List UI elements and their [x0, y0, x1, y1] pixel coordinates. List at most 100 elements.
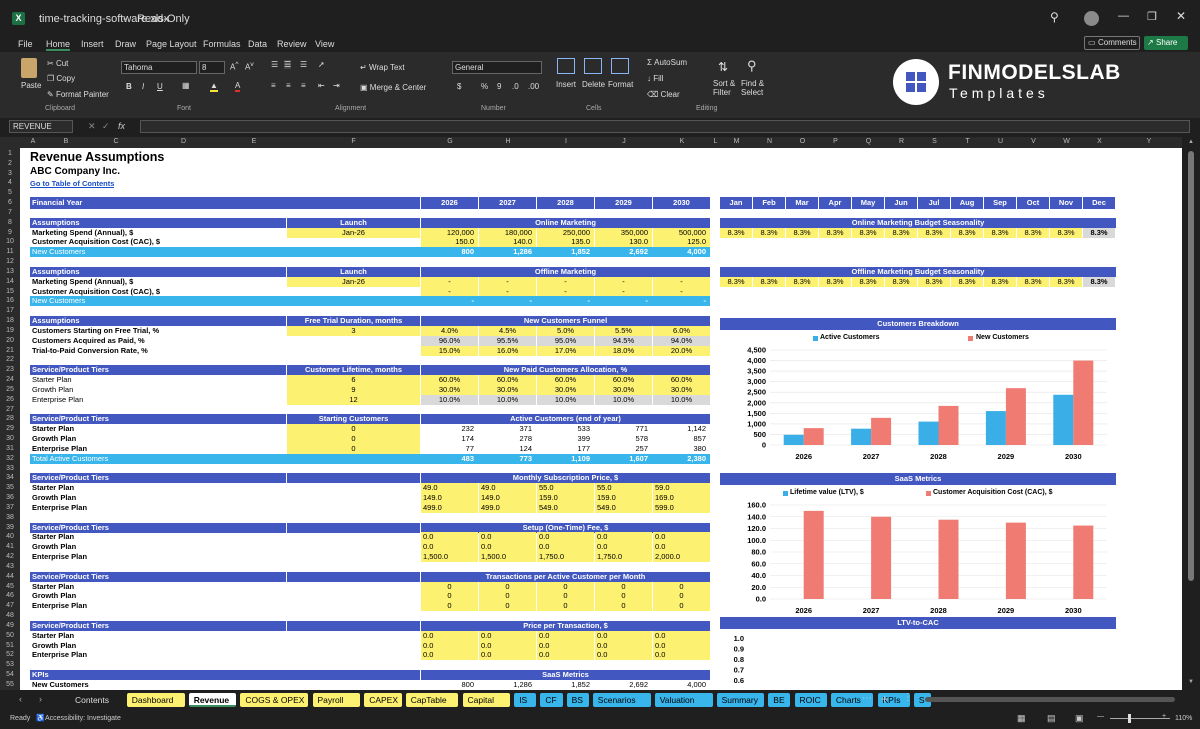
- value-cell[interactable]: 4.5%: [479, 325, 536, 336]
- zoom-out-icon[interactable]: —: [1097, 713, 1104, 720]
- value-cell[interactable]: 0.0: [479, 650, 536, 661]
- value-cell[interactable]: 0.0: [421, 630, 478, 641]
- value-cell[interactable]: 0: [595, 581, 652, 592]
- format-cells-button[interactable]: Format: [608, 80, 633, 89]
- sheet-tab-summary[interactable]: Summary: [716, 693, 765, 707]
- value-cell[interactable]: 4,000: [653, 680, 710, 690]
- value-cell[interactable]: 60.0%: [653, 375, 710, 386]
- value-cell[interactable]: 55.0: [595, 483, 652, 494]
- column-header[interactable]: A: [20, 138, 46, 145]
- value-cell[interactable]: 771: [595, 424, 652, 434]
- font-color-icon[interactable]: A: [235, 81, 241, 92]
- value-cell[interactable]: 135.0: [537, 237, 594, 248]
- confirm-icon[interactable]: ✓: [102, 121, 110, 132]
- value-cell[interactable]: -: [595, 286, 652, 297]
- menu-file[interactable]: File: [18, 39, 33, 49]
- row-header[interactable]: 37: [0, 503, 20, 513]
- name-box[interactable]: REVENUE: [9, 120, 73, 133]
- sheet-tab-cogs-opex[interactable]: COGS & OPEX: [240, 693, 309, 707]
- value-cell[interactable]: 96.0%: [421, 335, 478, 346]
- value-cell[interactable]: 0: [653, 601, 710, 612]
- value-cell[interactable]: 60.0%: [537, 375, 594, 386]
- value-cell[interactable]: 549.0: [595, 502, 652, 513]
- column-header[interactable]: O: [786, 138, 819, 145]
- value-cell[interactable]: 0: [479, 581, 536, 592]
- row-header[interactable]: 15: [0, 287, 20, 297]
- value-cell[interactable]: 17.0%: [537, 345, 594, 356]
- sheet-tab-dashboard[interactable]: Dashboard: [126, 693, 185, 707]
- seasonality-cell[interactable]: 8.3%: [1083, 227, 1115, 238]
- minimize-icon[interactable]: —: [1118, 10, 1129, 22]
- value-cell[interactable]: 130.0: [595, 237, 652, 248]
- value-cell[interactable]: 149.0: [479, 493, 536, 504]
- menu-draw[interactable]: Draw: [115, 39, 136, 49]
- value-cell[interactable]: 20.0%: [653, 345, 710, 356]
- value-cell[interactable]: 159.0: [537, 493, 594, 504]
- column-header[interactable]: M: [720, 138, 753, 145]
- seasonality-cell[interactable]: 8.3%: [951, 227, 983, 238]
- seasonality-cell[interactable]: 8.3%: [885, 227, 917, 238]
- value-cell[interactable]: 371: [479, 424, 536, 434]
- column-header[interactable]: H: [479, 138, 537, 145]
- column-header[interactable]: N: [753, 138, 786, 145]
- value-cell[interactable]: 95.0%: [537, 335, 594, 346]
- value-cell[interactable]: 250,000: [537, 227, 594, 238]
- find-select-icon[interactable]: ⚲: [747, 58, 757, 74]
- add-sheet-icon[interactable]: +: [881, 692, 888, 706]
- sheet-tab-captable[interactable]: CapTable: [405, 693, 459, 707]
- horizontal-scrollbar[interactable]: [925, 697, 1175, 702]
- value-cell[interactable]: 150.0: [421, 237, 478, 248]
- seasonality-cell[interactable]: 8.3%: [720, 227, 752, 238]
- align-left-icon[interactable]: ≡: [271, 81, 276, 90]
- value-cell[interactable]: 0: [479, 601, 536, 612]
- row-header[interactable]: 7: [0, 208, 20, 218]
- value-cell[interactable]: 177: [537, 444, 594, 454]
- value-cell[interactable]: -: [421, 276, 478, 287]
- find-select-button[interactable]: Find & Select: [741, 79, 764, 97]
- font-shrink-icon[interactable]: Av: [245, 61, 254, 72]
- column-header[interactable]: C: [86, 138, 146, 145]
- row-header[interactable]: 5: [0, 188, 20, 198]
- value-cell[interactable]: 4.0%: [421, 325, 478, 336]
- row-header[interactable]: 43: [0, 562, 20, 572]
- sort-filter-icon[interactable]: ⇅: [718, 60, 728, 74]
- value-cell[interactable]: 149.0: [421, 493, 478, 504]
- column-header[interactable]: X: [1083, 138, 1116, 145]
- row-header[interactable]: 33: [0, 464, 20, 474]
- sheet-tab-capital[interactable]: Capital: [462, 693, 511, 707]
- value-cell[interactable]: 599.0: [653, 502, 710, 513]
- value-cell[interactable]: 16.0%: [479, 345, 536, 356]
- seasonality-cell[interactable]: 8.3%: [819, 276, 851, 287]
- copy-button[interactable]: ❐ Copy: [47, 74, 75, 83]
- row-header[interactable]: 11: [0, 247, 20, 257]
- value-cell[interactable]: -: [653, 286, 710, 297]
- borders-icon[interactable]: ▦: [182, 81, 190, 90]
- row-header[interactable]: 9: [0, 228, 20, 238]
- row-header[interactable]: 28: [0, 414, 20, 424]
- seasonality-cell[interactable]: 8.3%: [885, 276, 917, 287]
- value-cell[interactable]: 0.0: [421, 650, 478, 661]
- paste-icon[interactable]: [21, 58, 37, 78]
- clear-button[interactable]: ⌫ Clear: [647, 90, 680, 99]
- value-cell[interactable]: 0.0: [653, 630, 710, 641]
- menu-view[interactable]: View: [315, 39, 334, 49]
- seasonality-cell[interactable]: 8.3%: [1050, 227, 1082, 238]
- row-header[interactable]: 40: [0, 532, 20, 542]
- value-cell[interactable]: -: [595, 276, 652, 287]
- value-cell[interactable]: 77: [421, 444, 478, 454]
- value-cell[interactable]: 159.0: [595, 493, 652, 504]
- orientation-icon[interactable]: ➚: [318, 60, 325, 69]
- row-header[interactable]: 42: [0, 552, 20, 562]
- value-cell[interactable]: 0: [537, 581, 594, 592]
- column-header[interactable]: J: [595, 138, 653, 145]
- sheet-tab-be[interactable]: BE: [768, 693, 791, 707]
- row-header[interactable]: 35: [0, 483, 20, 493]
- value-cell[interactable]: 0: [537, 591, 594, 602]
- page-layout-view-icon[interactable]: ▤: [1047, 713, 1056, 724]
- value-cell[interactable]: 0: [595, 591, 652, 602]
- seasonality-cell[interactable]: 8.3%: [951, 276, 983, 287]
- value-cell[interactable]: -: [653, 276, 710, 287]
- column-header[interactable]: R: [885, 138, 918, 145]
- column-header[interactable]: V: [1017, 138, 1050, 145]
- column-header[interactable]: F: [287, 138, 420, 145]
